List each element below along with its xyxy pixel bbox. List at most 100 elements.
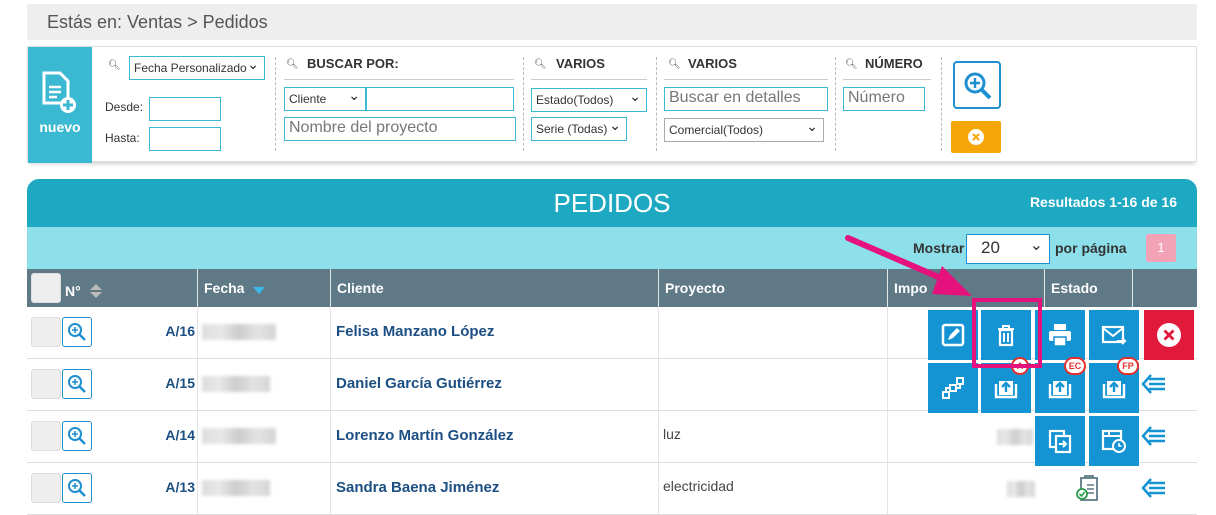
- new-button-label: nuevo: [39, 119, 81, 135]
- results-count: Resultados 1-16 de 16: [1029, 194, 1177, 210]
- print-button[interactable]: [1035, 310, 1085, 360]
- list-icon[interactable]: [1139, 423, 1167, 449]
- list-icon[interactable]: [1139, 371, 1167, 397]
- clear-icon: [968, 129, 984, 145]
- search-icon: 🔍︎: [108, 60, 121, 71]
- select-all-checkbox[interactable]: [31, 273, 61, 303]
- list-icon[interactable]: [1139, 475, 1167, 501]
- export-fp-button[interactable]: FP: [1089, 357, 1139, 413]
- view-button[interactable]: [62, 473, 92, 503]
- date-redacted: [202, 324, 276, 340]
- client-search-input[interactable]: [366, 87, 514, 111]
- duplicate-button[interactable]: [1035, 416, 1085, 466]
- email-button[interactable]: [1089, 310, 1139, 360]
- upload-icon: [1048, 381, 1072, 399]
- client-name[interactable]: Felisa Manzano López: [336, 323, 494, 340]
- order-number: A/14: [165, 427, 195, 443]
- client-filter-select[interactable]: Cliente: [284, 87, 366, 111]
- details-search-input[interactable]: Buscar en detalles: [664, 87, 828, 111]
- edit-icon: [941, 323, 965, 347]
- client-name[interactable]: Sandra Baena Jiménez: [336, 479, 499, 496]
- badge-ec: EC: [1064, 357, 1086, 375]
- amount-redacted: [997, 429, 1033, 445]
- schedule-button[interactable]: [1089, 416, 1139, 466]
- table-header-band: PEDIDOS Resultados 1-16 de 16: [27, 179, 1197, 227]
- zoom-in-icon: [68, 479, 86, 497]
- order-number: A/13: [165, 479, 195, 495]
- zoom-in-icon: [964, 72, 992, 100]
- row-checkbox[interactable]: [31, 473, 61, 503]
- project-name-input[interactable]: Nombre del proyecto: [284, 117, 516, 141]
- close-actions-button[interactable]: [1144, 310, 1194, 360]
- varios1-label: VARIOS: [556, 56, 605, 71]
- date-redacted: [202, 428, 276, 444]
- column-num[interactable]: N°: [59, 269, 197, 307]
- desde-input[interactable]: [149, 97, 221, 121]
- row-checkbox[interactable]: [31, 317, 61, 347]
- per-page-label: por página: [1055, 240, 1127, 256]
- buscar-por-label: BUSCAR POR:: [307, 56, 399, 71]
- hasta-input[interactable]: [149, 127, 221, 151]
- pagination-bar: Mostrar 20 por página 1: [27, 227, 1197, 269]
- estado-select[interactable]: Estado(Todos): [531, 88, 647, 112]
- upload-icon: [1102, 381, 1126, 399]
- sort-icon: [253, 287, 266, 294]
- order-number: A/15: [165, 375, 195, 391]
- search-icon: 🔍︎: [668, 59, 681, 70]
- project-name: luz: [663, 426, 681, 442]
- table-row[interactable]: A/13 Sandra Baena Jiménez electricidad: [27, 463, 1197, 515]
- copy-icon: [1048, 429, 1072, 454]
- order-status-icon: [1076, 475, 1098, 501]
- view-button[interactable]: [62, 369, 92, 399]
- client-name[interactable]: Lorenzo Martín González: [336, 427, 514, 444]
- sort-icon: [89, 284, 102, 298]
- search-icon: 🔍︎: [534, 59, 547, 70]
- numero-input[interactable]: Número: [843, 87, 925, 111]
- row-checkbox[interactable]: [31, 421, 61, 451]
- numero-label: NÚMERO: [865, 56, 923, 71]
- upload-icon: [994, 381, 1018, 399]
- client-name[interactable]: Daniel García Gutiérrez: [336, 375, 502, 392]
- clear-filters-button[interactable]: [951, 121, 1001, 153]
- email-icon: [1101, 325, 1127, 345]
- search-icon: 🔍︎: [845, 59, 858, 70]
- order-number: A/16: [165, 323, 195, 339]
- column-cliente[interactable]: Cliente: [330, 269, 658, 307]
- date-redacted: [202, 480, 270, 496]
- breadcrumb: Estás en: Ventas > Pedidos: [27, 4, 1197, 40]
- print-icon: [1049, 324, 1071, 347]
- edit-button[interactable]: [928, 310, 978, 360]
- flow-icon: [942, 377, 964, 399]
- column-estado[interactable]: Estado: [1044, 269, 1132, 307]
- search-button[interactable]: [953, 61, 1001, 109]
- view-button[interactable]: [62, 421, 92, 451]
- view-button[interactable]: [62, 317, 92, 347]
- new-document-icon: [42, 71, 76, 113]
- export-a-button[interactable]: A: [981, 357, 1031, 413]
- page-number-button[interactable]: 1: [1146, 234, 1176, 262]
- table-row[interactable]: A/14 Lorenzo Martín González luz: [27, 411, 1197, 463]
- serie-select[interactable]: Serie (Todas): [531, 117, 627, 141]
- badge-fp: FP: [1117, 357, 1139, 375]
- hasta-label: Hasta:: [105, 131, 140, 145]
- date-filter-select[interactable]: Fecha Personalizado: [129, 56, 265, 80]
- row-checkbox[interactable]: [31, 369, 61, 399]
- zoom-in-icon: [68, 375, 86, 393]
- pointer-arrow-icon: [845, 235, 972, 296]
- workflow-button[interactable]: [928, 363, 978, 413]
- filters-panel: nuevo 🔍︎ Fecha Personalizado Desde: Hast…: [27, 46, 1197, 163]
- date-redacted: [202, 376, 270, 392]
- search-icon: 🔍︎: [286, 59, 299, 70]
- amount-redacted: [1007, 481, 1035, 497]
- column-fecha[interactable]: Fecha: [197, 269, 330, 307]
- project-name: electricidad: [663, 478, 734, 494]
- export-ec-button[interactable]: EC: [1035, 357, 1086, 413]
- desde-label: Desde:: [105, 100, 144, 114]
- zoom-in-icon: [68, 323, 86, 341]
- column-actions: [1132, 269, 1197, 307]
- varios2-label: VARIOS: [688, 56, 737, 71]
- table-title: PEDIDOS: [553, 188, 671, 218]
- schedule-icon: [1101, 429, 1126, 453]
- comercial-select[interactable]: Comercial(Todos): [664, 118, 824, 142]
- new-button[interactable]: nuevo: [28, 47, 92, 163]
